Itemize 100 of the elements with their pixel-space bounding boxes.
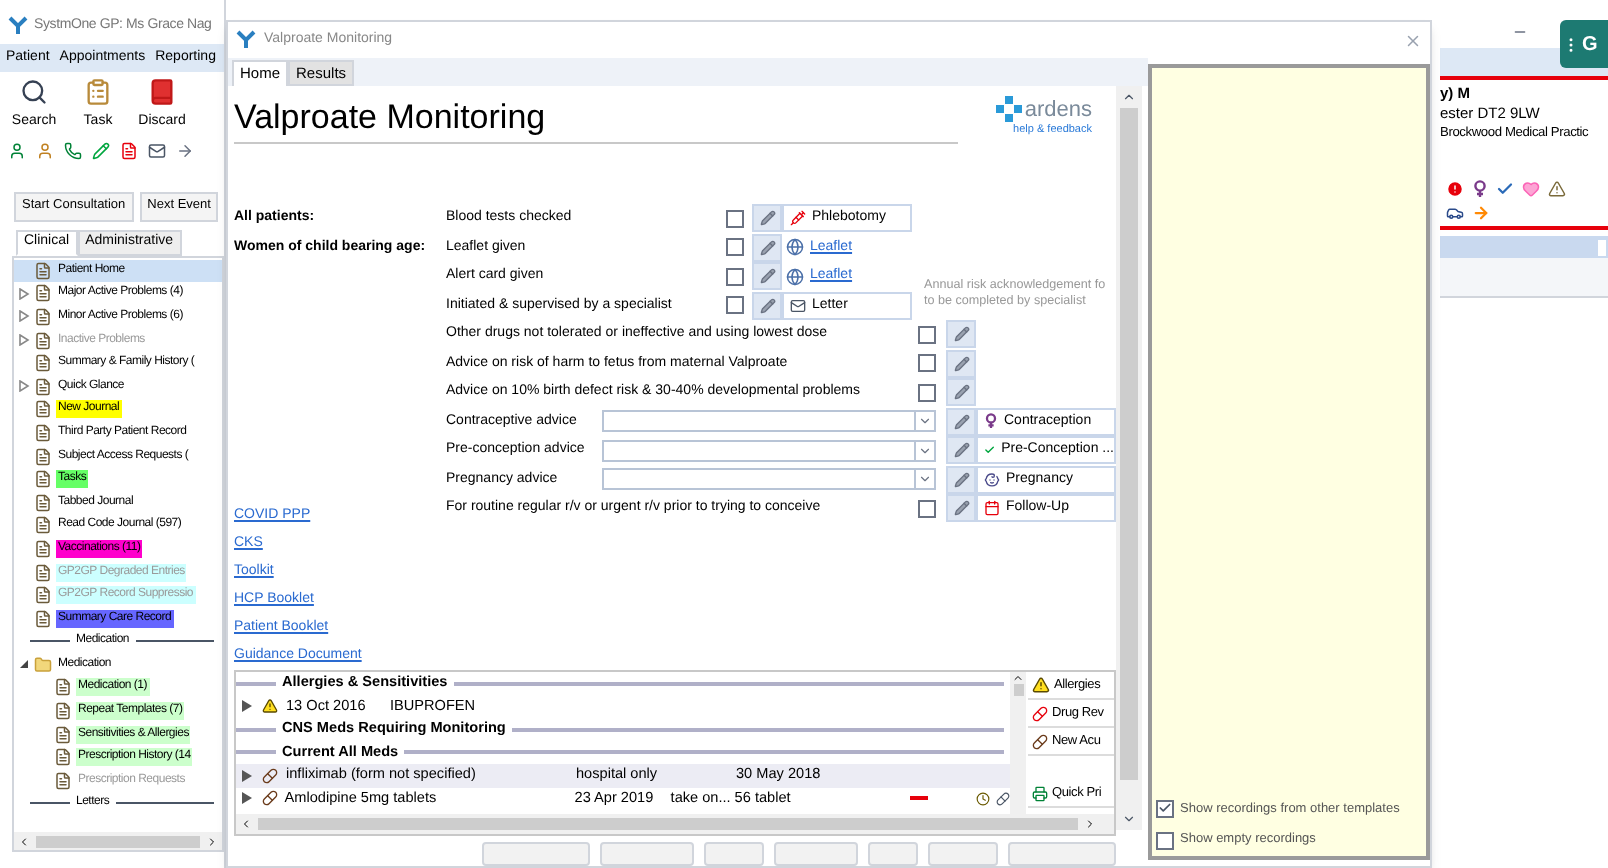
arrow-down-icon[interactable]: [1122, 812, 1136, 826]
side-menu-button[interactable]: G: [1560, 20, 1608, 68]
document-icon: [34, 331, 52, 350]
edit-button[interactable]: [752, 291, 782, 320]
edit-button[interactable]: [946, 494, 976, 523]
arrow-left-icon[interactable]: [240, 818, 252, 830]
pencil-icon: [759, 239, 775, 256]
document-icon: [54, 702, 72, 721]
document-icon: [34, 563, 52, 582]
scrollbar[interactable]: [1116, 86, 1142, 830]
checkbox[interactable]: [1156, 831, 1174, 850]
edit-button[interactable]: [946, 378, 976, 407]
document-icon: [34, 261, 52, 280]
document-icon: [34, 377, 52, 396]
document-icon: [34, 354, 52, 373]
document-icon: [34, 284, 52, 303]
globe-icon: [786, 267, 804, 286]
scrollbar[interactable]: [236, 814, 1114, 834]
pencil-icon: [953, 355, 969, 372]
document-icon[interactable]: [120, 142, 138, 160]
edit-button[interactable]: [946, 349, 976, 378]
globe-icon: [786, 238, 804, 257]
edit-button[interactable]: [946, 320, 976, 349]
pencil-icon: [953, 326, 969, 343]
alert-icon[interactable]: [1446, 180, 1464, 198]
dropdown-field[interactable]: [602, 410, 936, 433]
close-icon[interactable]: [1404, 31, 1422, 49]
pencil-icon: [759, 268, 775, 285]
baby-icon: [984, 471, 1000, 488]
document-icon: [34, 586, 52, 605]
edit-button[interactable]: [946, 465, 976, 494]
logo-name: ardens: [1024, 100, 1092, 122]
checkbox[interactable]: [918, 383, 936, 402]
document-icon: [34, 307, 52, 326]
document-icon: [34, 400, 52, 419]
folder-icon: [34, 655, 52, 674]
check-icon[interactable]: [1496, 180, 1514, 198]
person-icon[interactable]: [8, 142, 26, 160]
checkbox[interactable]: [918, 499, 936, 518]
document-icon: [34, 447, 52, 466]
page-heading: Valproate Monitoring: [234, 96, 546, 140]
arrow-up-icon[interactable]: [1122, 90, 1136, 104]
syringe-icon: [790, 210, 806, 227]
pencil-icon: [953, 413, 969, 430]
edit-button[interactable]: [752, 233, 782, 262]
female-symbol-icon: [984, 412, 998, 431]
document-icon: [34, 516, 52, 535]
document-icon: [34, 609, 52, 628]
triangle-icon[interactable]: [242, 700, 252, 713]
edit-button[interactable]: [946, 436, 976, 465]
document-icon: [34, 539, 52, 558]
warning-icon: [262, 698, 278, 715]
car-icon[interactable]: [1446, 204, 1464, 222]
scrollbar[interactable]: [14, 832, 222, 850]
dropdown-field[interactable]: [602, 439, 936, 462]
edit-button[interactable]: [752, 204, 782, 233]
triangle-icon[interactable]: [18, 658, 30, 671]
search-icon: [20, 78, 48, 106]
document-icon: [34, 423, 52, 442]
checkbox[interactable]: [726, 209, 744, 228]
logo-icon: [8, 16, 28, 36]
pencil-icon[interactable]: [92, 142, 110, 160]
cross-logo-icon: [996, 96, 1023, 122]
scrollbar[interactable]: [1010, 672, 1026, 814]
arrow-right-icon[interactable]: [1472, 204, 1490, 222]
checkbox[interactable]: [918, 354, 936, 373]
heart-icon[interactable]: [1522, 180, 1540, 198]
checkbox[interactable]: [726, 296, 744, 315]
checkbox[interactable]: [1156, 799, 1174, 818]
arrow-right-icon[interactable]: [1084, 818, 1096, 830]
check-icon: [984, 442, 996, 459]
phone-icon[interactable]: [64, 142, 82, 160]
document-icon: [54, 748, 72, 767]
edit-button[interactable]: [752, 262, 782, 291]
arrow-up-icon[interactable]: [1012, 672, 1024, 684]
document-icon: [34, 493, 52, 512]
edit-button[interactable]: [946, 407, 976, 436]
arrow-right-icon[interactable]: [206, 835, 218, 847]
logo-icon: [236, 30, 256, 50]
female-symbol-icon[interactable]: [1472, 180, 1488, 198]
checkbox[interactable]: [726, 267, 744, 286]
checkbox[interactable]: [918, 325, 936, 344]
document-icon: [54, 678, 72, 697]
pencil-icon: [953, 442, 969, 459]
arrow-left-icon[interactable]: [18, 835, 30, 847]
envelope-icon: [790, 297, 806, 314]
warning-icon: [1032, 676, 1050, 694]
pencil-icon: [759, 297, 775, 314]
checkbox[interactable]: [726, 238, 744, 257]
mail-icon[interactable]: [148, 142, 166, 160]
clock-icon: [976, 791, 991, 806]
arrow-right-icon[interactable]: [176, 142, 194, 160]
book-icon: [148, 78, 176, 106]
person-icon[interactable]: [36, 142, 54, 160]
dropdown-field[interactable]: [602, 468, 936, 491]
scroll-thumb[interactable]: [1013, 684, 1023, 696]
pencil-icon: [953, 500, 969, 517]
document-icon: [34, 470, 52, 489]
pencil-icon: [953, 384, 969, 401]
pencil-icon: [759, 210, 775, 227]
